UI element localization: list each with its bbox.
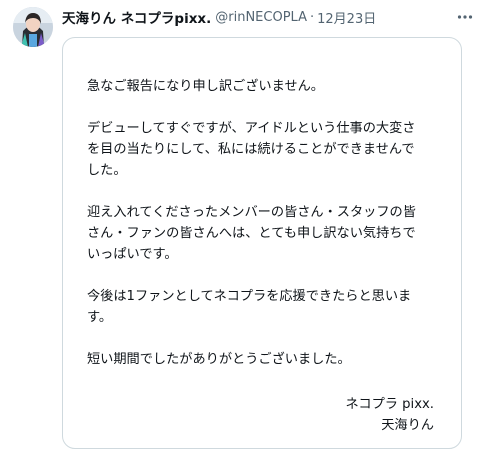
display-name[interactable]: 天海りん ネコプラpixx. — [62, 7, 211, 27]
letter-paragraph-1: 急なご報告になり申し訳ございません。 — [87, 79, 324, 94]
signature-name: 天海りん — [381, 418, 434, 433]
avatar[interactable] — [13, 7, 53, 47]
signature-group: ネコプラ pixx. — [345, 397, 434, 412]
letter-body: 急なご報告になり申し訳ございません。 デビューしてすぐですが、アイドルという仕事… — [87, 76, 439, 391]
letter-paragraph-2: デビューしてすぐですが、アイドルという仕事の大変さ を目の当たりにして、私には続… — [87, 121, 416, 178]
letter-paragraph-3: 迎え入れてくださったメンバーの皆さん・スタッフの皆 さん・ファンの皆さんへは、と… — [87, 205, 416, 262]
letter-signature: ネコプラ pixx. 天海りん — [345, 394, 434, 436]
tweet-header: 天海りん ネコプラpixx. @rinNECOPLA · 12月23日 — [62, 7, 376, 28]
separator-dot: · — [309, 9, 315, 25]
timestamp[interactable]: 12月23日 — [317, 8, 376, 27]
letter-paragraph-5: 短い期間でしたがありがとうございました。 — [87, 352, 351, 367]
user-handle[interactable]: @rinNECOPLA — [215, 10, 307, 25]
avatar-image — [13, 7, 53, 47]
letter-paragraph-4: 今後は1ファンとしてネコプラを応援できたらと思いま す。 — [87, 289, 412, 325]
attached-image-card[interactable]: 急なご報告になり申し訳ございません。 デビューしてすぐですが、アイドルという仕事… — [62, 37, 462, 449]
more-dots-icon[interactable] — [457, 11, 473, 23]
